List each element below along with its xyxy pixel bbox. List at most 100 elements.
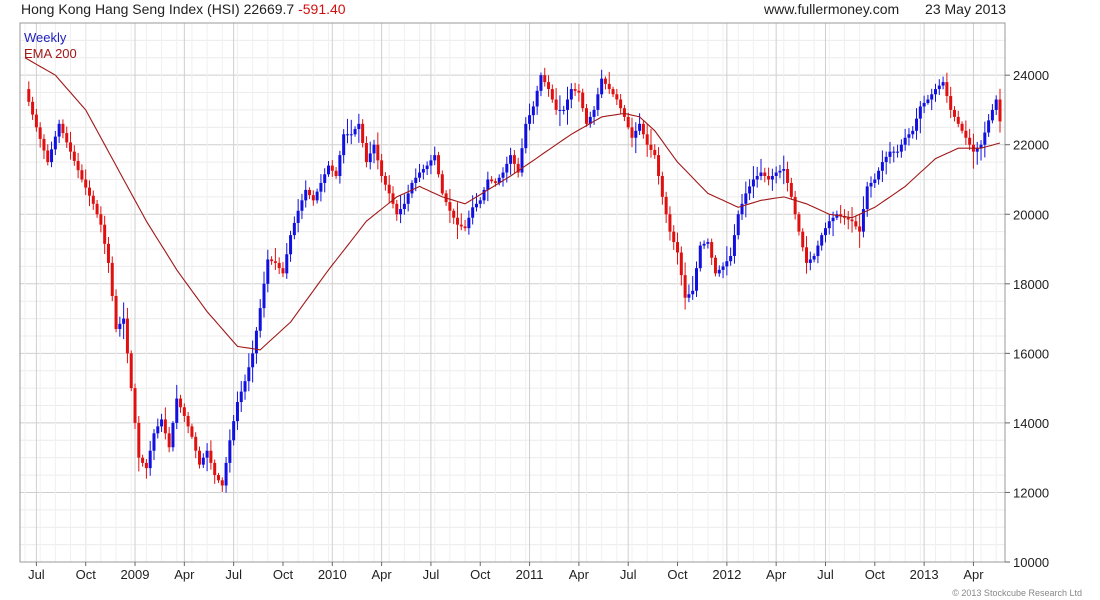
y-tick-label: 16000	[1013, 346, 1049, 361]
candle-body	[368, 153, 372, 163]
candle-body	[592, 109, 596, 117]
candle-body	[270, 259, 274, 262]
candle-body	[831, 217, 835, 222]
candle-body	[812, 255, 816, 260]
candle-body	[201, 457, 205, 465]
candle-body	[205, 450, 209, 458]
candle-body	[486, 179, 490, 190]
candle-body	[190, 426, 194, 437]
candle-body	[418, 172, 422, 178]
candle-body	[452, 210, 456, 218]
candle-body	[399, 209, 403, 215]
candle-body	[911, 130, 915, 135]
candle-body	[84, 179, 88, 188]
x-tick-label: Jul	[817, 567, 834, 582]
x-tick-label: Oct	[865, 567, 886, 582]
y-tick-label: 18000	[1013, 277, 1049, 292]
candle-body	[645, 134, 649, 145]
candle-body	[122, 318, 126, 324]
candle-body	[129, 353, 133, 389]
candle-body	[239, 391, 243, 403]
candle-body	[327, 165, 331, 175]
candle-body	[95, 203, 99, 215]
candle-body	[160, 419, 164, 427]
candle-body	[330, 165, 334, 171]
candle-body	[262, 283, 266, 309]
candle-body	[247, 367, 251, 382]
candle-body	[782, 169, 786, 171]
candle-body	[884, 156, 888, 163]
candle-body	[125, 318, 129, 354]
candle-body	[896, 151, 900, 153]
candle-body	[421, 169, 425, 173]
candle-body	[584, 108, 588, 124]
candle-body	[649, 144, 653, 150]
candle-body	[300, 200, 304, 211]
candle-body	[163, 419, 167, 434]
y-tick-label: 22000	[1013, 138, 1049, 153]
candle-body	[38, 127, 42, 139]
candle-body	[577, 90, 581, 93]
candle-body	[615, 94, 619, 100]
candle-body	[87, 187, 91, 196]
candle-body	[243, 381, 247, 392]
candle-body	[915, 118, 919, 131]
candle-body	[983, 132, 987, 145]
candle-body	[315, 191, 319, 201]
candle-body	[725, 261, 729, 267]
candle-body	[357, 123, 361, 130]
candle-body	[676, 242, 680, 253]
candle-body	[668, 214, 672, 232]
candle-body	[607, 83, 611, 90]
candle-body	[285, 254, 289, 274]
candle-body	[869, 182, 873, 187]
candle-body	[562, 109, 566, 111]
candle-body	[702, 243, 706, 246]
candle-body	[213, 462, 217, 476]
x-tick-label: Jul	[423, 567, 440, 582]
candle-body	[380, 160, 384, 177]
candle-body	[524, 123, 528, 149]
candle-body	[823, 228, 827, 236]
x-tick-label: Oct	[76, 567, 97, 582]
ema-200-line	[24, 57, 1001, 351]
candle-body	[395, 203, 399, 215]
candle-body	[805, 247, 809, 263]
candle-body	[789, 182, 793, 197]
candle-body	[216, 475, 220, 481]
candle-body	[657, 155, 661, 177]
candle-body	[463, 226, 467, 229]
candle-body	[683, 275, 687, 298]
candle-body	[922, 102, 926, 107]
candle-body	[960, 123, 964, 131]
y-tick-label: 20000	[1013, 207, 1049, 222]
candle-body	[858, 226, 862, 232]
candle-body	[334, 170, 338, 177]
candle-body	[167, 433, 171, 448]
candle-body	[338, 155, 342, 177]
candle-body	[433, 155, 437, 161]
candle-body	[634, 130, 638, 138]
candle-body	[34, 114, 38, 128]
candle-body	[509, 155, 513, 164]
candle-body	[512, 155, 516, 164]
candle-body	[539, 75, 543, 91]
candle-body	[459, 224, 463, 227]
x-tick-label: Apr	[766, 567, 787, 582]
candle-body	[72, 151, 76, 161]
candle-body	[755, 176, 759, 180]
candle-body	[137, 422, 141, 458]
candle-body	[425, 165, 429, 170]
x-tick-label: 2009	[121, 567, 150, 582]
candle-body	[547, 82, 551, 90]
candle-body	[194, 436, 198, 451]
x-tick-label: 2011	[516, 567, 544, 582]
candle-body	[175, 398, 179, 423]
candle-body	[65, 133, 69, 143]
candle-body	[941, 82, 945, 86]
candle-body	[152, 433, 156, 451]
x-tick-label: Apr	[174, 567, 195, 582]
candle-body	[376, 144, 380, 161]
candle-body	[888, 151, 892, 157]
y-tick-label: 14000	[1013, 416, 1049, 431]
